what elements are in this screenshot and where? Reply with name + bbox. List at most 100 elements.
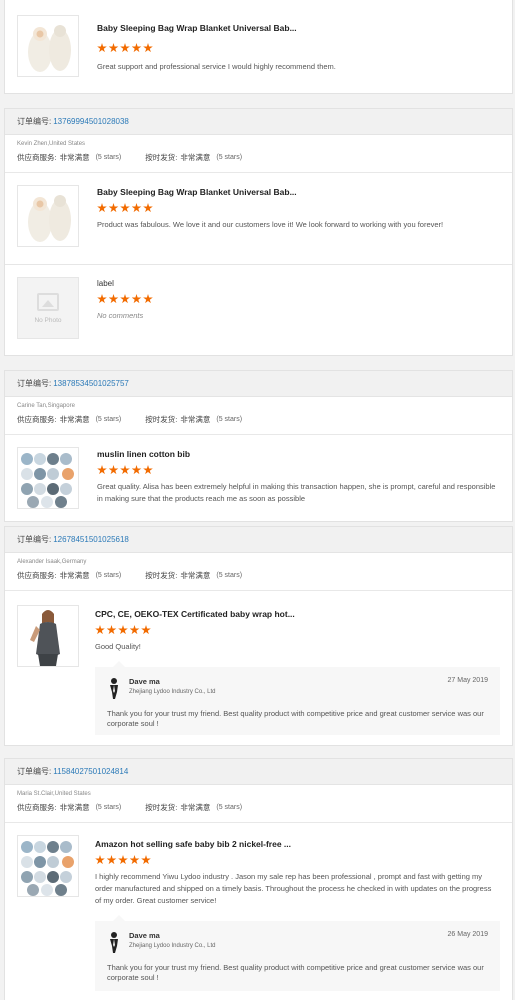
buyer-info: Alexander Isaak,Germany 供应商服务: 非常满意 (5 s… (5, 553, 512, 591)
star-icon (97, 203, 107, 213)
rating-stars (95, 855, 500, 865)
on-time-delivery-value: 非常满意 (180, 571, 211, 580)
product-title[interactable]: Baby Sleeping Bag Wrap Blanket Universal… (97, 187, 500, 197)
review-item: CPC, CE, OEKO-TEX Certificated baby wrap… (5, 591, 512, 745)
on-time-delivery-stars: (5 stars) (216, 572, 243, 579)
product-thumbnail[interactable] (17, 15, 79, 77)
review-comment: I highly recommend Yiwu Lydoo industry .… (95, 872, 492, 905)
star-icon (120, 465, 130, 475)
supplier-service-value: 非常满意 (59, 571, 90, 580)
on-time-delivery-label: 按时发货: (145, 415, 178, 424)
product-thumbnail[interactable] (17, 447, 79, 509)
star-icon (120, 43, 130, 53)
supplier-service-value: 非常满意 (59, 415, 90, 424)
rating-stars (97, 465, 500, 475)
star-icon (129, 855, 140, 865)
buyer-name: Maria St.Clair,United States (17, 791, 91, 797)
product-title[interactable]: CPC, CE, OEKO-TEX Certificated baby wrap… (95, 609, 500, 619)
reply-company-name: Zhejiang Lydoo Industry Co., Ltd (129, 689, 216, 695)
reply-author-name: Dave ma (129, 677, 160, 686)
on-time-delivery-label: 按时发货: (145, 153, 178, 162)
star-icon (108, 294, 119, 304)
reply-date: 26 May 2019 (447, 931, 488, 938)
on-time-delivery-stars: (5 stars) (216, 804, 243, 811)
star-icon (143, 465, 153, 475)
supplier-ratings: 供应商服务: 非常满意 (5 stars) 按时发货: 非常满意 (5 star… (17, 414, 500, 425)
product-thumbnail[interactable] (17, 185, 79, 247)
star-icon (97, 465, 107, 475)
buyer-name: Carine Tan,Singapore (17, 403, 75, 409)
order-number-link[interactable]: 13769994501028038 (53, 117, 129, 126)
star-icon (108, 203, 119, 213)
reply-header: Dave ma Zhejiang Lydoo Industry Co., Ltd… (107, 931, 488, 953)
supplier-service-label: 供应商服务: (17, 803, 57, 812)
star-icon (131, 294, 142, 304)
star-icon (120, 294, 130, 304)
image-placeholder-icon (37, 292, 59, 311)
order-header: 订单编号: 13769994501028038 (5, 109, 512, 135)
product-title[interactable]: Amazon hot selling safe baby bib 2 nicke… (95, 839, 500, 849)
review-item: Baby Sleeping Bag Wrap Blanket Universal… (5, 0, 512, 93)
order-card: 订单编号: 13878534501025757 Carine Tan,Singa… (4, 370, 513, 522)
star-icon (143, 203, 153, 213)
order-card: 订单编号: 12678451501025618 Alexander Isaak,… (4, 526, 513, 746)
buyer-name: Kevin Zhen,United States (17, 141, 86, 147)
star-icon (131, 465, 142, 475)
order-number-label: 订单编号: (17, 117, 52, 126)
star-icon (108, 43, 119, 53)
rating-stars (97, 203, 500, 213)
on-time-delivery-value: 非常满意 (180, 803, 211, 812)
supplier-service-stars: (5 stars) (95, 572, 122, 579)
on-time-delivery-stars: (5 stars) (216, 154, 243, 161)
on-time-delivery-label: 按时发货: (145, 571, 178, 580)
review-comment: Good Quality! (95, 642, 141, 651)
product-title[interactable]: label (97, 279, 500, 288)
star-icon (120, 203, 130, 213)
product-thumbnail-placeholder: No Photo (17, 277, 79, 339)
star-icon (143, 43, 153, 53)
supplier-service-stars: (5 stars) (95, 804, 122, 811)
order-number-link[interactable]: 13878534501025757 (53, 379, 129, 388)
order-card: 订单编号: 11584027501024814 Maria St.Clair,U… (4, 758, 513, 1000)
product-thumbnail[interactable] (17, 605, 79, 667)
buyer-info: Kevin Zhen,United States 供应商服务: 非常满意 (5 … (5, 135, 512, 173)
supplier-ratings: 供应商服务: 非常满意 (5 stars) 按时发货: 非常满意 (5 star… (17, 802, 500, 813)
review-item: No Photo label No comments (5, 265, 512, 353)
order-number-link[interactable]: 12678451501025618 (53, 535, 129, 544)
review-comment: Great quality. Alisa has been extremely … (97, 482, 496, 503)
review-comment: Product was fabulous. We love it and our… (97, 220, 444, 229)
reply-author-name: Dave ma (129, 931, 160, 940)
supplier-ratings: 供应商服务: 非常满意 (5 stars) 按时发货: 非常满意 (5 star… (17, 152, 500, 163)
supplier-ratings: 供应商服务: 非常满意 (5 stars) 按时发货: 非常满意 (5 star… (17, 570, 500, 581)
review-comment: No comments (97, 311, 144, 320)
supplier-reply: Dave ma Zhejiang Lydoo Industry Co., Ltd… (95, 915, 500, 991)
on-time-delivery-stars: (5 stars) (216, 416, 243, 423)
star-icon (97, 43, 107, 53)
star-icon (97, 294, 107, 304)
buyer-info: Carine Tan,Singapore 供应商服务: 非常满意 (5 star… (5, 397, 512, 435)
star-icon (118, 625, 128, 635)
reply-text: Thank you for your trust my friend. Best… (107, 963, 484, 982)
star-icon (95, 625, 105, 635)
star-icon (141, 855, 151, 865)
supplier-service-stars: (5 stars) (95, 416, 122, 423)
buyer-name: Alexander Isaak,Germany (17, 559, 87, 565)
product-thumbnail[interactable] (17, 835, 79, 897)
supplier-service-value: 非常满意 (59, 803, 90, 812)
star-icon (106, 855, 117, 865)
product-title[interactable]: muslin linen cotton bib (97, 449, 500, 459)
supplier-service-stars: (5 stars) (95, 154, 122, 161)
order-header: 订单编号: 13878534501025757 (5, 371, 512, 397)
buyer-info: Maria St.Clair,United States 供应商服务: 非常满意… (5, 785, 512, 823)
rating-stars (97, 43, 500, 53)
on-time-delivery-value: 非常满意 (180, 415, 211, 424)
supplier-service-label: 供应商服务: (17, 153, 57, 162)
order-number-link[interactable]: 11584027501024814 (53, 767, 128, 776)
on-time-delivery-value: 非常满意 (180, 153, 211, 162)
review-comment: Great support and professional service I… (97, 62, 336, 71)
supplier-service-label: 供应商服务: (17, 571, 57, 580)
order-number-label: 订单编号: (17, 767, 52, 776)
product-title[interactable]: Baby Sleeping Bag Wrap Blanket Universal… (97, 23, 500, 33)
star-icon (131, 43, 142, 53)
supplier-service-label: 供应商服务: (17, 415, 57, 424)
